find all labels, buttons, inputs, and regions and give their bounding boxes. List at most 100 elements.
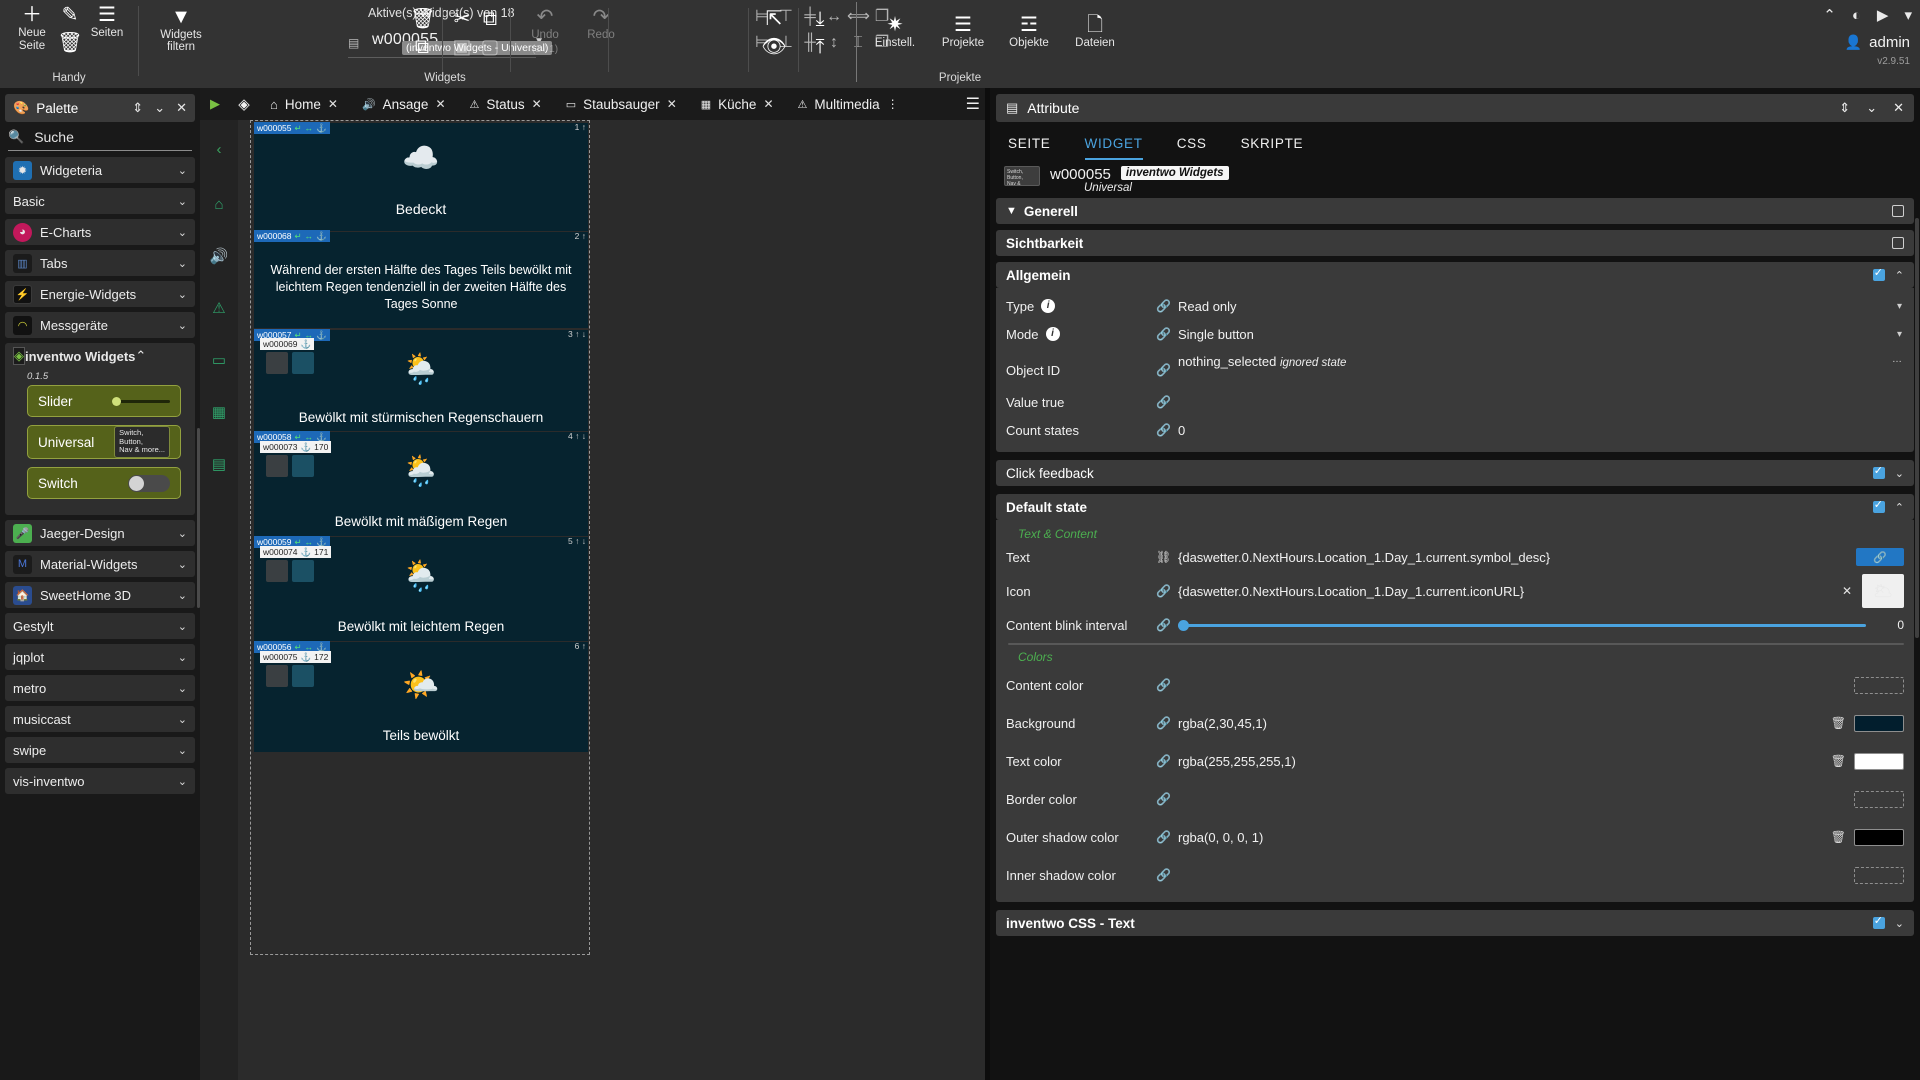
projects-button[interactable]: ☰ Projekte <box>930 14 996 50</box>
open-external-button[interactable]: ⇱ <box>760 8 788 30</box>
section-checkbox[interactable] <box>1892 237 1904 249</box>
count-states-field[interactable]: 0 <box>1178 423 1904 438</box>
binding-link-icon[interactable]: 🔗 <box>1156 354 1178 377</box>
clear-color-icon[interactable]: 🗑 <box>1831 754 1846 768</box>
clear-color-icon[interactable]: 🗑 <box>1831 716 1846 730</box>
section-inventwo-css-text[interactable]: inventwo CSS - Text ⌄ <box>996 910 1914 936</box>
rail-alert-icon[interactable]: ⚠ <box>200 282 238 334</box>
rail-kitchen-icon[interactable]: ▦ <box>200 386 238 438</box>
clear-icon[interactable]: ✕ <box>1842 584 1852 598</box>
inner-shadow-color-field[interactable] <box>1178 868 1846 883</box>
tab-kueche[interactable]: ▦ Küche ✕ <box>689 88 786 120</box>
binding-link-icon[interactable]: 🔗 <box>1156 678 1178 692</box>
section-default-state[interactable]: Default state ⌃ <box>996 494 1914 520</box>
value-true-field[interactable] <box>1178 395 1904 410</box>
section-checkbox[interactable] <box>1872 914 1885 929</box>
attribute-resize-icon[interactable]: ⇕ <box>1839 100 1850 116</box>
chevron-down-icon[interactable]: ⌄ <box>178 257 187 270</box>
info-icon[interactable]: i <box>1041 299 1056 313</box>
palette-close-icon[interactable]: ✕ <box>176 100 187 116</box>
import-button[interactable]: ⤓ <box>806 8 834 30</box>
binding-link-icon[interactable]: 🔗 <box>1156 423 1178 437</box>
palette-category-tabs[interactable]: ▥ Tabs ⌄ <box>5 250 195 276</box>
chevron-up-icon[interactable]: ⌃ <box>135 348 146 364</box>
tab-skripte[interactable]: SKRIPTE <box>1241 136 1304 160</box>
palette-category-widgeteria[interactable]: ✹ Widgeteria ⌄ <box>5 157 195 183</box>
delete-page-button[interactable]: 🗑 <box>56 32 84 54</box>
delete-widget-button[interactable]: 🗑 <box>410 8 435 30</box>
binding-link-icon[interactable]: 🔗 <box>1156 618 1178 632</box>
content-color-field[interactable] <box>1178 678 1846 693</box>
search-input[interactable]: Suche <box>34 129 74 145</box>
text-color-field[interactable]: rgba(255,255,255,1) <box>1178 754 1825 769</box>
section-click-feedback[interactable]: Click feedback ⌄ <box>996 460 1914 486</box>
chevron-down-icon[interactable]: ⌄ <box>178 775 187 788</box>
palette-category-jaeger[interactable]: 🎤 Jaeger-Design ⌄ <box>5 520 195 546</box>
palette-category-messgeraete[interactable]: ◠ Messgeräte ⌄ <box>5 312 195 338</box>
chevron-down-icon[interactable]: ▾ <box>1897 301 1902 312</box>
binding-link-icon[interactable]: 🔗 <box>1156 792 1178 806</box>
binding-link-icon[interactable]: 🔗 <box>1156 327 1178 341</box>
theme-toggle-icon[interactable]: ◐ <box>1852 7 1861 24</box>
page-canvas[interactable]: w000055 ↵ ↔ ⚓ 1 ↑ ☁️ Bedeckt w000068 ↵ ↔ <box>248 120 990 1080</box>
binding-link-icon[interactable]: 🔗 <box>1156 868 1178 882</box>
clear-color-icon[interactable]: 🗑 <box>1831 830 1846 844</box>
blink-interval-slider[interactable] <box>1178 619 1866 631</box>
color-swatch[interactable] <box>1854 866 1904 884</box>
icon-field[interactable]: {daswetter.0.NextHours.Location_1.Day_1.… <box>1178 584 1836 599</box>
cut-button[interactable]: ✂ <box>450 8 474 30</box>
object-id-field[interactable]: nothing_selected ignored state … <box>1178 354 1904 369</box>
chevron-down-icon[interactable]: ⌄ <box>178 682 187 695</box>
close-icon[interactable]: ✕ <box>328 97 338 111</box>
new-page-button[interactable]: ＋ Neue Seite <box>8 4 56 53</box>
border-color-field[interactable] <box>1178 792 1846 807</box>
attribute-scrollbar[interactable] <box>1915 218 1919 638</box>
layers-icon[interactable]: ◈ <box>230 95 258 113</box>
section-checkbox[interactable] <box>1872 266 1885 281</box>
palette-collapse-icon[interactable]: ⌄ <box>154 100 165 116</box>
chevron-down-icon[interactable]: ▾ <box>1897 329 1902 340</box>
chevron-down-icon[interactable]: ⌄ <box>1895 467 1904 480</box>
pages-button[interactable]: ☰ Seiten <box>84 4 130 40</box>
chevron-down-icon[interactable]: ⌄ <box>178 651 187 664</box>
chevron-down-icon[interactable]: ⌄ <box>178 195 187 208</box>
copy-widget-button[interactable]: ⧉ <box>410 36 434 58</box>
color-swatch[interactable] <box>1854 676 1904 694</box>
canvas-widget-w000057[interactable]: w000057 ↵ ↔ ⚓ w000069 ⚓ 3 ↑ ↓ 🌦️ Bewölkt… <box>254 329 588 431</box>
close-icon[interactable]: ✕ <box>763 97 773 111</box>
palette-resize-icon[interactable]: ⇕ <box>132 100 143 116</box>
chevron-down-icon[interactable]: ⌄ <box>178 226 187 239</box>
close-icon[interactable]: ✕ <box>667 97 677 111</box>
close-icon[interactable]: ✕ <box>532 97 542 111</box>
chevron-down-icon[interactable]: ⌄ <box>1895 917 1904 930</box>
palette-category-vis-inventwo[interactable]: vis-inventwo ⌄ <box>5 768 195 794</box>
collapse-ribbon-icon[interactable]: ⌃ <box>1823 6 1836 24</box>
widget-card-slider[interactable]: Slider <box>27 385 181 417</box>
tab-staubsauger[interactable]: ▭ Staubsauger ✕ <box>554 88 689 120</box>
info-icon[interactable]: i <box>1045 327 1060 341</box>
binding-link-icon[interactable]: 🔗 <box>1156 830 1178 844</box>
chevron-up-icon[interactable]: ⌃ <box>1895 501 1904 514</box>
section-generell[interactable]: ▼ Generell <box>996 198 1914 224</box>
tab-home[interactable]: ⌂ Home ✕ <box>258 88 350 120</box>
outer-shadow-color-field[interactable]: rgba(0, 0, 0, 1) <box>1178 830 1825 845</box>
preview-button[interactable]: 👁 <box>760 36 788 58</box>
color-swatch[interactable] <box>1854 828 1904 846</box>
rail-vacuum-icon[interactable]: ▭ <box>200 334 238 386</box>
palette-category-energie[interactable]: ⚡ Energie-Widgets ⌄ <box>5 281 195 307</box>
tab-overflow-icon[interactable]: ⋮ <box>887 97 899 111</box>
canvas-widget-w000059[interactable]: w000059 ↵ ↔ ⚓ w000074 ⚓ 171 5 ↑ ↓ 🌦️ Bew… <box>254 536 588 641</box>
paste-special-button[interactable]: ▢ <box>478 36 502 58</box>
inventwo-group-header[interactable]: ◈ inventwo Widgets ⌃ <box>5 343 195 369</box>
widget-badge[interactable]: w000068 ↵ ↔ ⚓ <box>254 230 330 242</box>
chevron-down-icon[interactable]: ⌄ <box>178 620 187 633</box>
palette-category-sweethome[interactable]: 🏠 SweetHome 3D ⌄ <box>5 582 195 608</box>
widget-badge-secondary[interactable]: w000075 ⚓ 172 <box>260 651 332 663</box>
binding-link-icon[interactable]: 🔗 <box>1156 716 1178 730</box>
binding-link-icon[interactable]: 🔗 <box>1156 395 1178 409</box>
duplicate-button[interactable]: ⧉ <box>478 8 502 30</box>
attribute-close-icon[interactable]: ✕ <box>1893 100 1904 116</box>
chevron-down-icon[interactable]: ▾ <box>1904 6 1912 24</box>
run-icon[interactable]: ▶ <box>1877 6 1889 24</box>
palette-search[interactable]: 🔍 Suche <box>8 129 192 151</box>
